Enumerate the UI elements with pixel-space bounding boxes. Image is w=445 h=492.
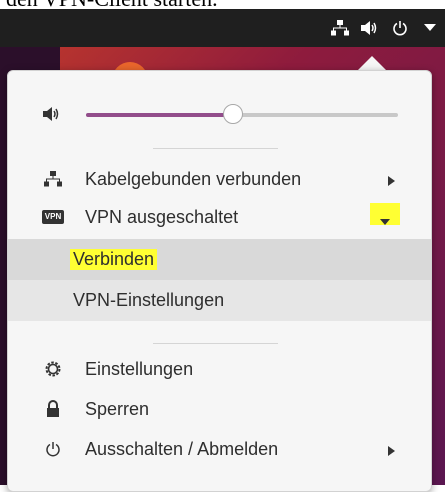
network-icon[interactable] [325,13,355,43]
volume-slider-track[interactable] [233,113,398,117]
system-tray[interactable] [325,9,445,47]
power-icon[interactable] [385,13,415,43]
vpn-icon: VPN [41,207,65,227]
network-icon [43,169,63,189]
menu-item-label: Einstellungen [85,358,194,379]
chevron-down-icon[interactable] [415,13,445,43]
menu-item-label: Sperren [85,398,150,419]
menu-item-vpn[interactable]: VPN VPN ausgeschaltet [8,197,431,237]
chevron-right-icon[interactable] [384,172,398,186]
vpn-submenu: Verbinden VPN-Einstellungen [8,239,431,321]
menu-item-label: VPN ausgeschaltet [85,206,239,227]
lock-icon [43,399,63,419]
volume-icon-menu [43,106,63,124]
menu-item-power[interactable]: Ausschalten / Abmelden [8,429,431,469]
menu-item-lock[interactable]: Sperren [8,389,431,429]
power-icon [43,439,63,459]
top-bar [0,9,445,47]
menu-item-label: Kabelgebunden verbunden [85,168,302,189]
menu-pointer [357,56,387,71]
menu-item-settings[interactable]: Einstellungen [8,349,431,389]
separator [153,148,278,149]
gear-icon [43,359,63,379]
submenu-item-connect[interactable]: Verbinden [8,239,431,280]
separator [153,343,278,344]
menu-item-label: Verbinden [70,249,158,270]
vpn-icon-badge: VPN [41,210,65,224]
chevron-right-icon[interactable] [384,442,398,456]
menu-item-label: VPN-Einstellungen [73,290,225,310]
menu-item-label: Ausschalten / Abmelden [85,438,279,459]
volume-icon[interactable] [355,13,385,43]
menu-item-wired[interactable]: Kabelgebunden verbunden [8,159,431,199]
volume-slider-fill[interactable] [86,113,233,117]
submenu-item-vpn-settings[interactable]: VPN-Einstellungen [8,280,431,321]
chevron-down-icon[interactable] [378,211,392,225]
system-menu: Kabelgebunden verbunden VPN VPN ausgesch… [7,70,432,492]
volume-slider-knob[interactable] [223,104,243,124]
